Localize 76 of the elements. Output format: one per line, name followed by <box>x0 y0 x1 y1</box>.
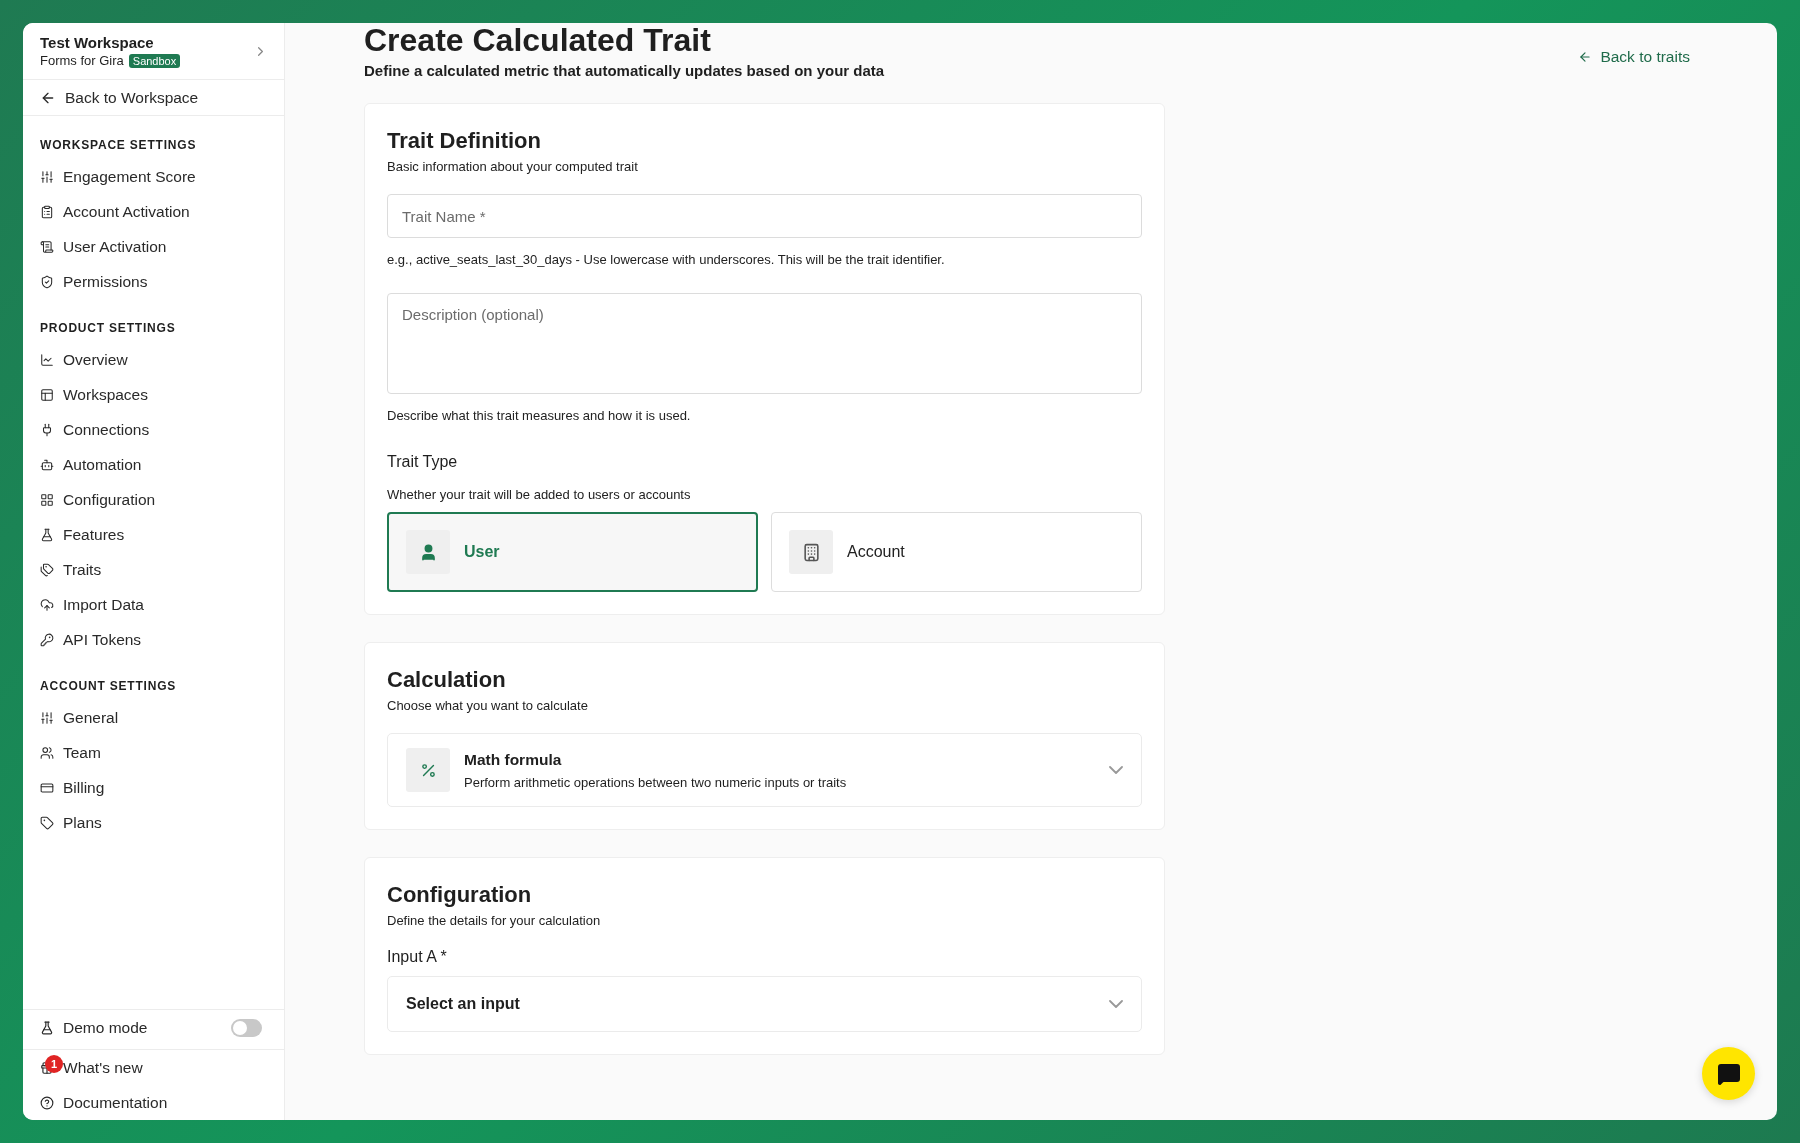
workspace-switcher[interactable]: Test Workspace Forms for Gira Sandbox <box>23 23 284 80</box>
back-to-traits-link[interactable]: Back to traits <box>1578 45 1690 69</box>
sidebar-item[interactable]: Features <box>23 517 284 552</box>
section-heading: ACCOUNT SETTINGS <box>39 679 178 693</box>
field-hint: e.g., active_seats_last_30_days - Use lowercase with underscores. This will be the trait identifier. <box>387 252 946 268</box>
shield-icon <box>40 274 54 289</box>
flask-icon <box>40 527 54 542</box>
section-heading: WORKSPACE SETTINGS <box>39 138 198 152</box>
sidebar-item[interactable]: User Activation <box>23 229 284 264</box>
robot-icon <box>40 457 54 472</box>
sliders-icon <box>40 169 54 184</box>
panel-icon <box>40 387 54 402</box>
sidebar-item[interactable]: API Tokens <box>23 622 284 657</box>
sidebar-item[interactable]: Import Data <box>23 587 284 622</box>
sidebar-item[interactable]: Overview <box>23 342 284 377</box>
workspace-name: Test Workspace <box>40 34 155 51</box>
chevron-down-icon <box>1109 1000 1123 1009</box>
chart-icon <box>40 352 54 367</box>
help-icon <box>40 1095 54 1110</box>
sidebar-item[interactable]: Account Activation <box>23 194 284 229</box>
chat-button[interactable] <box>1702 1047 1755 1100</box>
plug-icon <box>40 422 54 437</box>
notification-badge: 1 <box>45 1054 63 1073</box>
document-icon <box>40 239 54 254</box>
card-subtitle: Basic information about your computed trait <box>387 159 639 175</box>
page-title: Create Calculated Trait <box>364 23 712 59</box>
back-to-workspace-link[interactable]: Back to Workspace <box>23 80 284 116</box>
percent-icon <box>419 761 437 779</box>
sidebar-item[interactable]: General <box>23 700 284 735</box>
organization-name: Forms for Gira <box>40 53 124 68</box>
sidebar-item[interactable]: Plans <box>23 805 284 840</box>
demo-mode-toggle[interactable] <box>231 1018 262 1037</box>
card-title: Calculation <box>387 667 507 694</box>
field-label: Trait Type <box>387 453 459 472</box>
key-icon <box>40 632 54 647</box>
building-icon <box>801 542 821 562</box>
sidebar-item[interactable]: Configuration <box>23 482 284 517</box>
sidebar-item[interactable]: Automation <box>23 447 284 482</box>
field-hint: Whether your trait will be added to users or accounts <box>387 487 692 503</box>
sidebar-item[interactable]: Permissions <box>23 264 284 299</box>
card-title: Configuration <box>387 882 533 909</box>
card-subtitle: Choose what you want to calculate <box>387 698 589 714</box>
sidebar-item[interactable]: Team <box>23 735 284 770</box>
chevron-down-icon <box>1109 766 1123 775</box>
list-icon <box>40 204 54 219</box>
tags-icon <box>40 562 54 577</box>
field-label: Input A * <box>387 948 448 967</box>
users-icon <box>40 745 54 760</box>
credit-card-icon <box>40 780 54 795</box>
tag-icon <box>40 815 54 830</box>
arrow-left-icon <box>1578 50 1593 64</box>
sidebar-item[interactable]: Billing <box>23 770 284 805</box>
sandbox-badge: Sandbox <box>128 53 181 68</box>
sidebar-item[interactable]: Traits <box>23 552 284 587</box>
description-field[interactable]: Description (optional) <box>387 293 1142 395</box>
trait-type-option[interactable]: User <box>387 512 758 593</box>
sidebar-item[interactable]: Engagement Score <box>23 159 284 194</box>
card-title: Trait Definition <box>387 128 542 155</box>
sidebar-item[interactable]: Documentation <box>23 1085 284 1120</box>
flask-icon <box>40 1020 54 1035</box>
grid-icon <box>40 492 54 507</box>
page-subtitle: Define a calculated metric that automatically updates based on your data <box>364 62 886 80</box>
sidebar-item[interactable]: Connections <box>23 412 284 447</box>
sidebar-item[interactable]: Workspaces <box>23 377 284 412</box>
card-subtitle: Define the details for your calculation <box>387 913 602 929</box>
sidebar-item[interactable]: 1 What's new <box>23 1050 284 1085</box>
cloud-upload-icon <box>40 597 54 612</box>
calculation-select[interactable]: Math formula Perform arithmetic operations between two numeric inputs or traits <box>387 733 1142 808</box>
sliders-icon <box>40 710 54 725</box>
input-select[interactable]: Select an input <box>387 976 1142 1033</box>
chat-icon <box>1716 1061 1741 1086</box>
trait-name-field[interactable]: Trait Name * <box>387 194 1142 239</box>
sidebar-item[interactable]: Demo mode <box>23 1010 165 1045</box>
section-heading: PRODUCT SETTINGS <box>39 321 177 335</box>
trait-type-option[interactable]: Account <box>771 512 1142 593</box>
field-hint: Describe what this trait measures and how it is used. <box>387 408 692 424</box>
